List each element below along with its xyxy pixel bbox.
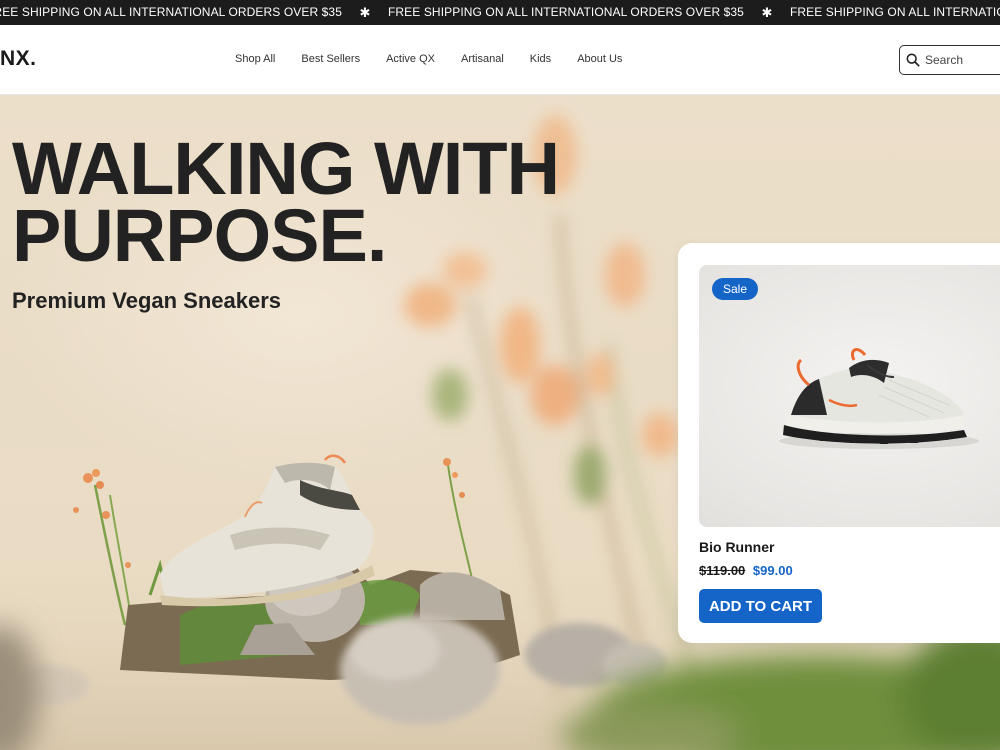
nav-active-qx[interactable]: Active QX: [386, 53, 435, 65]
hero-headline: WALKING WITH PURPOSE.: [12, 127, 560, 277]
hero-section: WALKING WITH PURPOSE. Premium Vegan Snea…: [0, 95, 1000, 750]
product-shoe-image: [779, 348, 979, 449]
add-to-cart-button[interactable]: ADD TO CART: [699, 589, 822, 623]
announcement-item: FREE SHIPPING ON ALL INTERNATIONAL ORDER…: [388, 0, 790, 25]
price-row: $119.00 $99.00: [699, 563, 793, 578]
main-nav: Shop All Best Sellers Active QX Artisana…: [235, 53, 648, 65]
announcement-bar: FREE SHIPPING ON ALL INTERNATIONAL ORDER…: [0, 0, 1000, 25]
announcement-item: FREE SHIPPING ON ALL INTERNATIONAL ORDER…: [0, 0, 388, 25]
search-box[interactable]: [899, 45, 1000, 75]
hero-shoe: [160, 454, 375, 607]
nav-shop-all[interactable]: Shop All: [235, 53, 275, 65]
sale-price: $99.00: [752, 563, 793, 578]
nav-kids[interactable]: Kids: [530, 53, 551, 65]
nav-about-us[interactable]: About Us: [577, 53, 622, 65]
nav-best-sellers[interactable]: Best Sellers: [301, 53, 360, 65]
search-icon[interactable]: [906, 53, 920, 67]
asterisk-icon: ✱: [359, 5, 371, 20]
announcement-item: FREE SHIPPING ON ALL INTERNATIONAL ORDER…: [790, 0, 1000, 25]
product-card[interactable]: Sale Bio Runner $119.00 $99.00 ADD TO CA…: [678, 243, 1000, 643]
logo[interactable]: NX.: [0, 47, 37, 71]
asterisk-icon: ✱: [761, 5, 773, 20]
sale-badge: Sale: [712, 278, 759, 300]
announcement-text: FREE SHIPPING ON ALL INTERNATIONAL ORDER…: [387, 5, 744, 19]
original-price: $119.00: [699, 563, 746, 578]
search-input[interactable]: [925, 53, 1000, 67]
hero-subheadline: Premium Vegan Sneakers: [12, 288, 282, 313]
product-name[interactable]: Bio Runner: [699, 539, 774, 555]
nav-artisanal[interactable]: Artisanal: [461, 53, 504, 65]
announcement-text: FREE SHIPPING ON ALL INTERNATIONAL ORDER…: [0, 5, 342, 19]
announcement-text: FREE SHIPPING ON ALL INTERNATIONAL ORDER…: [789, 5, 1000, 19]
site-header: NX. Shop All Best Sellers Active QX Arti…: [0, 25, 1000, 95]
announcement-track: FREE SHIPPING ON ALL INTERNATIONAL ORDER…: [0, 0, 1000, 25]
product-image[interactable]: Sale: [699, 265, 1000, 527]
